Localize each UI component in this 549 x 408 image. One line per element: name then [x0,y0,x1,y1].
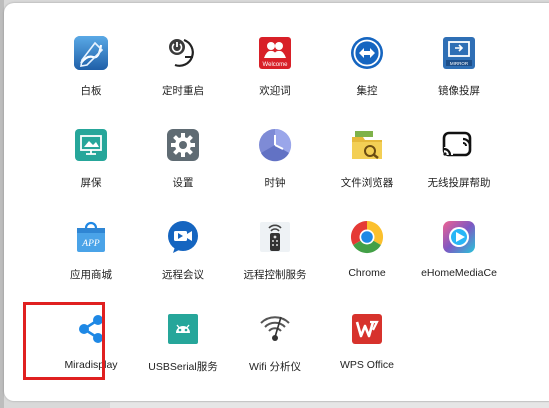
app-label: 屏保 [80,177,102,189]
clock-icon [256,126,294,164]
chrome-icon [348,218,386,256]
timer-power-icon [164,34,202,72]
app-label: 白板 [80,85,102,97]
app-usbserial-service[interactable]: USBSerial服务 [137,307,229,399]
settings-gear-icon [164,126,202,164]
screensaver-icon [72,126,110,164]
app-central-control[interactable]: 集控 [321,31,413,123]
mirror-icon-text: MIRROR [450,61,469,66]
app-label: eHomeMediaCe [421,267,497,279]
app-store-icon-text: APP [81,239,100,249]
app-label: 镜像投屏 [438,85,480,97]
app-wifi-analyzer[interactable]: Wifi 分析仪 [229,307,321,399]
wifi-analyzer-icon [256,310,294,348]
app-timer-reboot[interactable]: 定时重启 [137,31,229,123]
app-welcome[interactable]: Welcome 欢迎词 [229,31,321,123]
app-label: 应用商城 [70,269,112,281]
app-label: Miradisplay [64,359,118,371]
app-drawer-panel: 白板 定时重启 Welcome 欢迎词 集控 MIRROR 镜像投屏 屏保 设置… [4,3,549,401]
remote-control-service-icon [256,218,294,256]
file-browser-icon [348,126,386,164]
app-ehome-media[interactable]: eHomeMediaCe [413,215,505,307]
app-label: 欢迎词 [259,85,291,97]
app-label: Chrome [348,267,386,279]
app-chrome[interactable]: Chrome [321,215,413,307]
app-screensaver[interactable]: 屏保 [45,123,137,215]
app-file-browser[interactable]: 文件浏览器 [321,123,413,215]
central-control-icon [348,34,386,72]
app-store[interactable]: APP 应用商城 [45,215,137,307]
app-whiteboard[interactable]: 白板 [45,31,137,123]
ehome-media-icon [440,218,478,256]
app-wireless-cast-help[interactable]: 无线投屏帮助 [413,123,505,215]
app-label: 定时重启 [162,85,204,97]
remote-meeting-icon [164,218,202,256]
wps-office-icon [348,310,386,348]
app-label: 设置 [172,177,194,189]
app-label: 文件浏览器 [340,177,394,189]
app-grid: 白板 定时重启 Welcome 欢迎词 集控 MIRROR 镜像投屏 屏保 设置… [23,31,505,399]
app-label: 远程控制服务 [243,269,307,281]
app-label: 集控 [356,85,378,97]
share-icon [72,310,110,348]
app-label: WPS Office [339,359,395,371]
app-wps-office[interactable]: WPS Office [321,307,413,399]
welcome-icon: Welcome [256,34,294,72]
app-settings[interactable]: 设置 [137,123,229,215]
app-label: Wifi 分析仪 [249,361,301,373]
app-clock[interactable]: 时钟 [229,123,321,215]
wireless-cast-help-icon [440,126,478,164]
app-remote-meeting[interactable]: 远程会议 [137,215,229,307]
app-label: 无线投屏帮助 [427,177,491,189]
mirror-cast-icon: MIRROR [440,34,478,72]
app-remote-control-service[interactable]: 远程控制服务 [229,215,321,307]
app-store-icon: APP [72,218,110,256]
welcome-icon-text: Welcome [263,62,289,68]
app-label: 远程会议 [162,269,204,281]
app-mirror-cast[interactable]: MIRROR 镜像投屏 [413,31,505,123]
whiteboard-icon [72,34,110,72]
app-label: USBSerial服务 [148,361,218,373]
android-usb-icon [164,310,202,348]
background-edge-bottom [110,402,549,408]
app-miradisplay[interactable]: Miradisplay [23,302,137,399]
app-label: 时钟 [264,177,286,189]
